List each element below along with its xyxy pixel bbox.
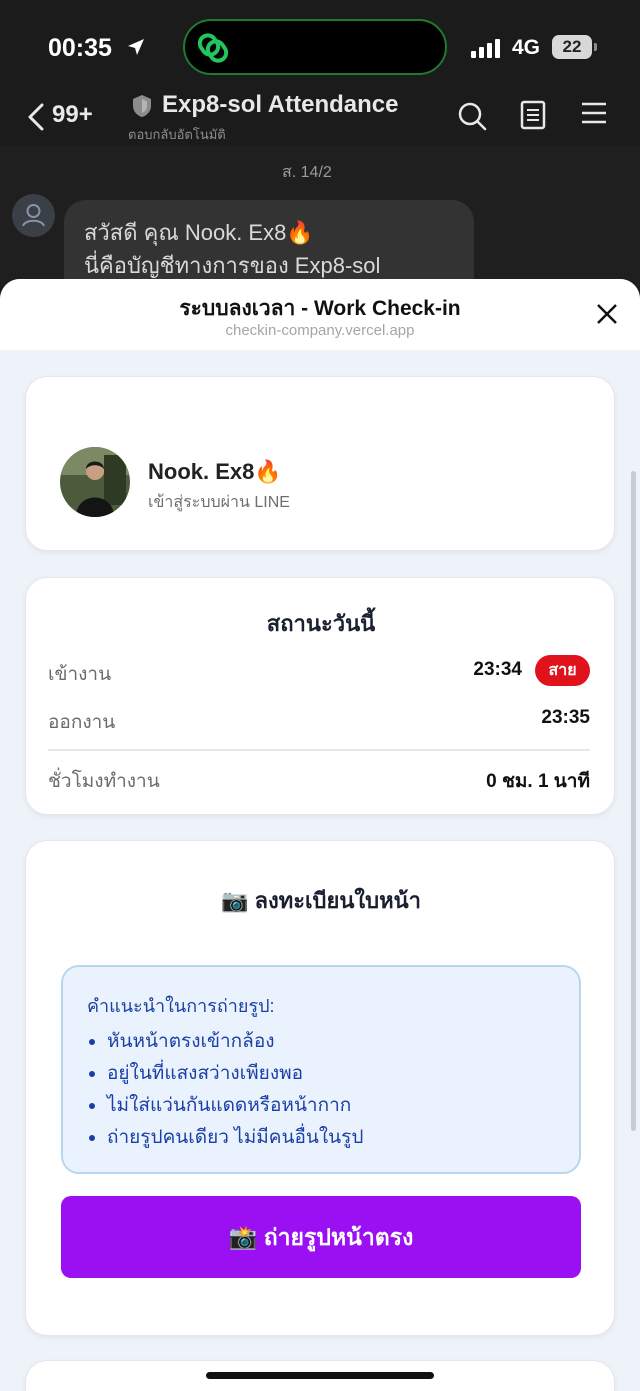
location-arrow-icon <box>128 39 144 55</box>
verified-shield-icon <box>133 95 151 117</box>
take-photo-button[interactable]: 📸 ถ่ายรูปหน้าตรง <box>61 1196 581 1278</box>
scrollbar[interactable] <box>631 471 636 1131</box>
unread-count[interactable]: 99+ <box>52 101 93 129</box>
status-time: 00:35 <box>48 34 112 62</box>
tips-title: คำแนะนำในการถ่ายรูป: <box>87 996 275 1016</box>
signal-bars-icon <box>471 39 500 58</box>
chat-subtitle: ตอบกลับอัตโนมัติ <box>128 127 226 142</box>
check-in-label: เข้างาน <box>48 664 112 685</box>
login-method: เข้าสู่ระบบผ่าน LINE <box>148 494 290 511</box>
message-line-2: นี่คือบัญชีทางการของ Exp8-sol <box>84 253 381 278</box>
tip-item: อยู่ในที่แสงสว่างเพียงพอ <box>87 1058 555 1090</box>
profile-card: Nook. Ex8🔥 เข้าสู่ระบบผ่าน LINE <box>25 376 615 551</box>
photo-tips-box: คำแนะนำในการถ่ายรูป: หันหน้าตรงเข้ากล้อง… <box>61 965 581 1174</box>
check-out-time: 23:35 <box>541 707 590 728</box>
back-chevron-icon[interactable] <box>26 102 46 132</box>
chat-area: ส. 14/2 สวัสดี คุณ Nook. Ex8🔥 นี่คือบัญช… <box>0 146 640 320</box>
home-indicator[interactable] <box>206 1372 434 1379</box>
chat-header: 99+ Exp8-sol Attendance ตอบกลับอัตโนมัติ <box>0 90 640 146</box>
tip-item: ไม่ใส่แว่นกันแดดหรือหน้ากาก <box>87 1090 555 1122</box>
sheet-header: ระบบลงเวลา - Work Check-in checkin-compa… <box>0 279 640 350</box>
network-type: 4G <box>512 36 541 59</box>
work-hours-label: ชั่วโมงทำงาน <box>48 771 160 792</box>
battery-tip <box>594 43 597 51</box>
tip-item: ถ่ายรูปคนเดียว ไม่มีคนอื่นในรูป <box>87 1122 555 1154</box>
menu-icon[interactable] <box>581 100 607 126</box>
face-register-title: 📷 ลงทะเบียนใบหน้า <box>220 888 422 913</box>
work-hours-value: 0 ชม. 1 นาที <box>486 771 590 792</box>
today-status-card: สถานะวันนี้ เข้างาน 23:34 สาย ออกงาน 23:… <box>25 577 615 815</box>
late-badge: สาย <box>535 655 590 686</box>
chat-title[interactable]: Exp8-sol Attendance <box>162 91 399 119</box>
today-status-title: สถานะวันนี้ <box>266 611 376 636</box>
check-out-label: ออกงาน <box>48 712 116 733</box>
profile-photo-icon <box>60 447 130 517</box>
search-icon[interactable] <box>456 100 488 132</box>
close-icon[interactable] <box>596 303 618 325</box>
face-register-card: 📷 ลงทะเบียนใบหน้า คำแนะนำในการถ่ายรูป: ห… <box>25 840 615 1336</box>
status-divider <box>48 749 590 751</box>
status-bar: 00:35 4G 22 <box>0 0 640 90</box>
checkin-sheet: ระบบลงเวลา - Work Check-in checkin-compa… <box>0 279 640 1391</box>
chat-date: ส. 14/2 <box>282 164 332 181</box>
person-icon <box>22 204 45 227</box>
bot-avatar[interactable] <box>12 194 55 237</box>
tip-item: หันหน้าตรงเข้ากล้อง <box>87 1026 555 1058</box>
link-rings-icon <box>197 33 229 63</box>
dynamic-island[interactable] <box>183 19 447 75</box>
notes-icon[interactable] <box>520 100 546 130</box>
check-in-time: 23:34 <box>473 659 522 680</box>
profile-name: Nook. Ex8🔥 <box>148 459 282 484</box>
message-line-1: สวัสดี คุณ Nook. Ex8🔥 <box>84 220 314 245</box>
battery-icon: 22 <box>552 35 592 59</box>
profile-avatar <box>60 447 130 517</box>
sheet-title: ระบบลงเวลา - Work Check-in <box>179 297 461 320</box>
sheet-url: checkin-company.vercel.app <box>225 322 415 339</box>
